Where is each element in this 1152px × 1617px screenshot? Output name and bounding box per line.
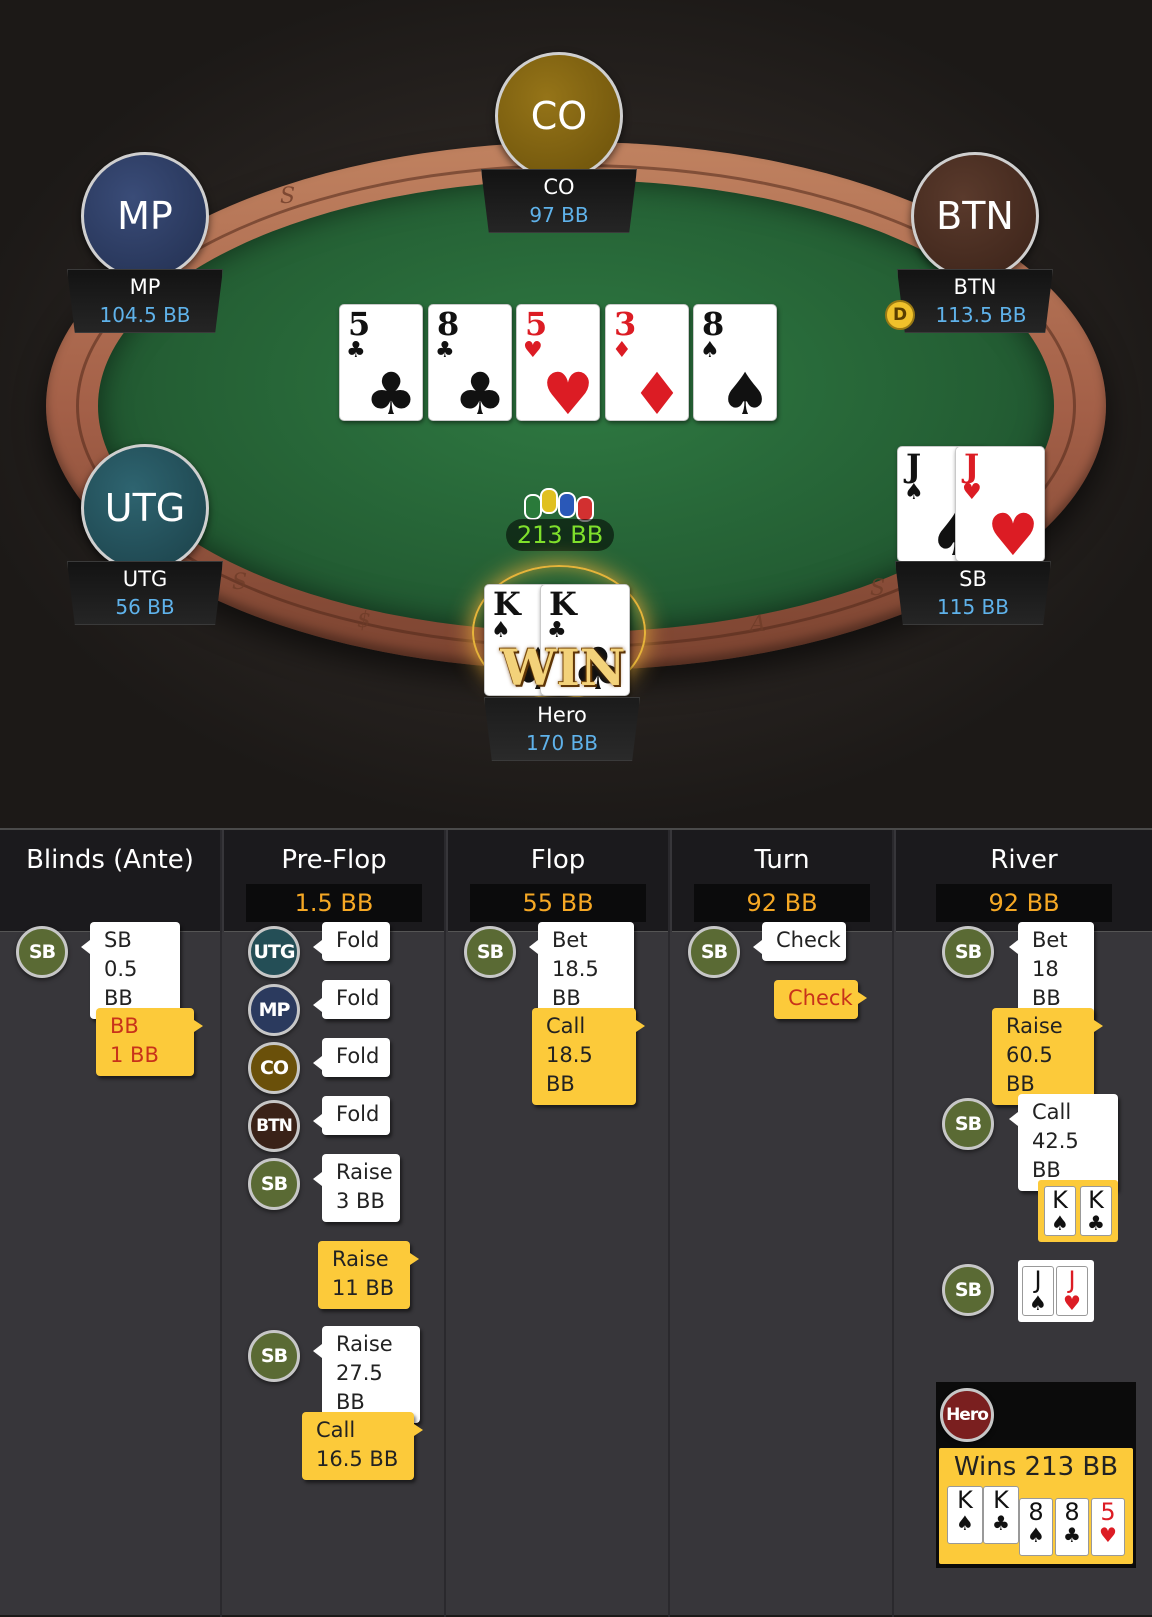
action-bubble: Check	[753, 922, 846, 961]
mini-card: K ♠	[947, 1486, 983, 1544]
board-card: 8 ♣ ♣	[428, 304, 512, 421]
rail-letter: $	[357, 608, 371, 633]
street-pot: 1.5 BB	[246, 884, 422, 922]
action-bubble: Call 42.5 BB	[1009, 1094, 1118, 1191]
sb-position-icon: SB	[16, 926, 68, 978]
player-avatar-mp[interactable]: MP	[81, 152, 209, 280]
action-bubble: Raise 3 BB	[313, 1154, 400, 1222]
street-title: Blinds (Ante)	[26, 845, 194, 875]
hero-win-summary: Hero Wins 213 BB K ♠ K ♣ 8 ♠ 8 ♣ 5 ♥	[936, 1382, 1136, 1568]
utg-position-icon: UTG	[248, 926, 300, 978]
dealer-button-icon: D	[885, 300, 915, 330]
sb-showdown-cards: J ♠ J ♥	[1018, 1260, 1094, 1322]
action-bubble: Fold	[313, 922, 390, 961]
player-avatar-utg[interactable]: UTG	[81, 444, 209, 572]
nameplate-co: CO 97 BB	[481, 169, 637, 233]
action-bubble: BB 1 BB	[96, 1008, 203, 1076]
win-badge: WIN	[500, 638, 626, 697]
action-bubble: Bet 18 BB	[1009, 922, 1094, 1019]
street-title: Turn	[754, 845, 810, 875]
street-pot: 55 BB	[470, 884, 646, 922]
action-bubble: Fold	[313, 1096, 390, 1135]
hero-position-icon: Hero	[940, 1388, 994, 1442]
street-column-blinds: Blinds (Ante) SB SB 0.5 BB BB 1 BB	[0, 830, 222, 1617]
wins-amount: Wins 213 BB	[953, 1452, 1119, 1482]
player-name: MP	[129, 275, 161, 299]
street-column-turn: Turn 92 BB SB Check Check	[672, 830, 894, 1617]
mini-card: 8 ♣	[1055, 1498, 1089, 1556]
rail-letter: S	[280, 184, 296, 209]
street-title: Flop	[530, 845, 586, 875]
action-bubble: Raise 27.5 BB	[313, 1326, 420, 1423]
co-position-icon: CO	[248, 1042, 300, 1094]
street-pot: 92 BB	[694, 884, 870, 922]
street-column-flop: Flop 55 BB SB Bet 18.5 BB Call 18.5 BB	[448, 830, 670, 1617]
street-column-preflop: Pre-Flop 1.5 BB UTG Fold MP Fold CO Fold…	[224, 830, 446, 1617]
sb-position-icon: SB	[248, 1158, 300, 1210]
action-bubble: Call 16.5 BB	[302, 1412, 423, 1480]
sb-position-icon: SB	[688, 926, 740, 978]
nameplate-hero: Hero 170 BB	[484, 697, 640, 761]
action-bubble: Raise 11 BB	[318, 1241, 419, 1309]
nameplate-utg: UTG 56 BB	[67, 561, 223, 625]
action-bubble: Raise 60.5 BB	[992, 1008, 1103, 1105]
nameplate-btn: BTN 113.5 BB	[897, 269, 1053, 333]
board-card: 8 ♠ ♠	[693, 304, 777, 421]
pot-amount: 213 BB	[506, 519, 614, 551]
player-stack: 97 BB	[529, 203, 589, 227]
mini-card: J ♥	[1056, 1266, 1088, 1316]
street-title: River	[990, 845, 1058, 875]
sb-position-icon: SB	[248, 1330, 300, 1382]
action-bubble: Fold	[313, 980, 390, 1019]
board-card: 3 ♦ ♦	[605, 304, 689, 421]
hero-showdown-cards: K ♠ K ♣	[1038, 1180, 1118, 1242]
player-name: UTG	[122, 567, 168, 591]
nameplate-mp: MP 104.5 BB	[67, 269, 223, 333]
action-bubble: Fold	[313, 1038, 390, 1077]
mini-card: 5 ♥	[1091, 1498, 1125, 1556]
btn-position-icon: BTN	[248, 1100, 300, 1152]
player-stack: 56 BB	[115, 595, 175, 619]
board-card: 5 ♣ ♣	[339, 304, 423, 421]
mp-position-icon: MP	[248, 984, 300, 1036]
action-bubble: Call 18.5 BB	[532, 1008, 645, 1105]
action-bubble: Bet 18.5 BB	[529, 922, 634, 1019]
sb-position-icon: SB	[464, 926, 516, 978]
mini-card: K ♣	[1080, 1186, 1112, 1236]
sb-position-icon: SB	[942, 1098, 994, 1150]
street-pot: 92 BB	[936, 884, 1112, 922]
rail-letter: A	[750, 612, 766, 637]
player-stack: 104.5 BB	[99, 303, 191, 327]
sb-position-icon: SB	[942, 1264, 994, 1316]
board-card: 5 ♥ ♥	[516, 304, 600, 421]
action-bubble: Check	[774, 980, 867, 1019]
player-name: CO	[543, 175, 575, 199]
player-name: SB	[959, 567, 987, 591]
player-name: BTN	[953, 275, 997, 299]
nameplate-sb: SB 115 BB	[895, 561, 1051, 625]
street-title: Pre-Flop	[281, 845, 387, 875]
pot-chips-icon	[518, 486, 602, 522]
mini-card: K ♣	[983, 1486, 1019, 1544]
rail-letter: S	[232, 570, 248, 595]
player-avatar-btn[interactable]: BTN	[911, 152, 1039, 280]
player-stack: 115 BB	[937, 595, 1009, 619]
sb-position-icon: SB	[942, 926, 994, 978]
mini-card: J ♠	[1022, 1266, 1054, 1316]
player-avatar-co[interactable]: CO	[495, 52, 623, 180]
rail-letter: S	[870, 576, 886, 601]
player-stack: 113.5 BB	[935, 303, 1027, 327]
player-name: Hero	[537, 703, 587, 727]
poker-table-area: S S $ A S 5 ♣ ♣ 8 ♣ ♣ 5 ♥ ♥ 3 ♦ ♦ 8 ♠ ♠ 213 BB CO …	[0, 0, 1152, 828]
action-bubble: SB 0.5 BB	[81, 922, 180, 1019]
mini-card: K ♠	[1044, 1186, 1076, 1236]
sb-hole-card: J ♥ ♥	[955, 446, 1045, 562]
mini-card: 8 ♠	[1019, 1498, 1053, 1556]
player-stack: 170 BB	[526, 731, 598, 755]
